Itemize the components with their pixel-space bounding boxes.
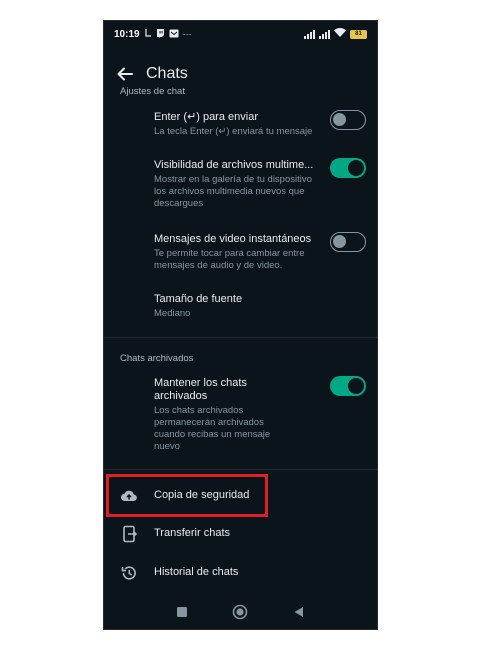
- setting-subtitle-line: mensajes de audio y de video.: [154, 260, 283, 271]
- setting-subtitle-line: Los chats archivados: [154, 405, 244, 416]
- setting-title: Visibilidad de archivos multime...: [154, 159, 314, 171]
- section-divider: [104, 469, 377, 470]
- setting-title-line: archivados: [154, 390, 208, 402]
- status-bar: 10:19 ··· 81: [104, 21, 377, 47]
- system-nav-bar: [104, 595, 377, 629]
- setting-keep-archived[interactable]: Mantener los chats archivados Los chats …: [104, 373, 377, 457]
- section-header-archived: Chats archivados: [120, 353, 194, 364]
- twitch-icon: [156, 28, 165, 40]
- phone-transfer-icon: [123, 525, 138, 543]
- setting-media-visibility[interactable]: Visibilidad de archivos multime... Mostr…: [104, 155, 377, 215]
- setting-subtitle-line: descargues: [154, 198, 204, 209]
- more-notifications-icon: ···: [182, 29, 192, 39]
- status-time: 10:19: [114, 28, 140, 40]
- back-triangle-icon[interactable]: [293, 606, 305, 618]
- media-visibility-toggle[interactable]: [330, 158, 366, 178]
- setting-subtitle-line: nuevo: [154, 441, 180, 452]
- phone-screen: 10:19 ··· 81 Chats Ajustes de chat Enter: [103, 20, 378, 630]
- transfer-chats-label: Transferir chats: [154, 527, 231, 539]
- setting-subtitle: La tecla Enter (↵) enviará tu mensaje: [154, 126, 313, 137]
- battery-icon: 81: [350, 29, 367, 39]
- setting-title: Tamaño de fuente: [154, 293, 243, 305]
- setting-subtitle-line: cuando recibas un mensaje: [154, 429, 271, 440]
- instant-video-toggle[interactable]: [330, 232, 366, 252]
- signal-icon: [304, 29, 315, 39]
- setting-font-size[interactable]: Tamaño de fuente Mediano: [104, 289, 377, 325]
- highlight-box: [106, 474, 268, 517]
- setting-subtitle: Mediano: [154, 308, 191, 319]
- transfer-chats-row[interactable]: Transferir chats: [104, 517, 377, 551]
- section-header-chat-settings: Ajustes de chat: [120, 86, 185, 97]
- history-icon: [121, 566, 136, 580]
- keep-archived-toggle[interactable]: [330, 376, 366, 396]
- setting-subtitle-line: los archivos multimedia nuevos que: [154, 186, 305, 197]
- notification-icon: [144, 28, 152, 40]
- setting-subtitle-line: permanecerán archivados: [154, 417, 264, 428]
- setting-title: Mensajes de video instantáneos: [154, 233, 312, 245]
- setting-title: Enter (↵) para enviar: [154, 111, 258, 123]
- wifi-icon: [334, 28, 346, 40]
- home-circle-icon[interactable]: [232, 604, 248, 620]
- setting-instant-video[interactable]: Mensajes de video instantáneos Te permit…: [104, 229, 377, 277]
- recents-square-icon[interactable]: [176, 606, 188, 618]
- enter-to-send-toggle[interactable]: [330, 110, 366, 130]
- setting-subtitle-line: Te permite tocar para cambiar entre: [154, 248, 305, 259]
- section-divider: [104, 337, 377, 338]
- setting-subtitle-line: Mostrar en la galería de tu dispositivo: [154, 174, 312, 185]
- page-title: Chats: [146, 65, 188, 82]
- chat-history-label: Historial de chats: [154, 566, 239, 578]
- setting-title-line: Mantener los chats: [154, 377, 247, 389]
- mail-icon: [169, 29, 179, 40]
- signal-icon-2: [319, 29, 330, 39]
- setting-enter-to-send[interactable]: Enter (↵) para enviar La tecla Enter (↵)…: [104, 107, 377, 143]
- chat-history-row[interactable]: Historial de chats: [104, 556, 377, 590]
- back-arrow-icon[interactable]: [116, 65, 134, 83]
